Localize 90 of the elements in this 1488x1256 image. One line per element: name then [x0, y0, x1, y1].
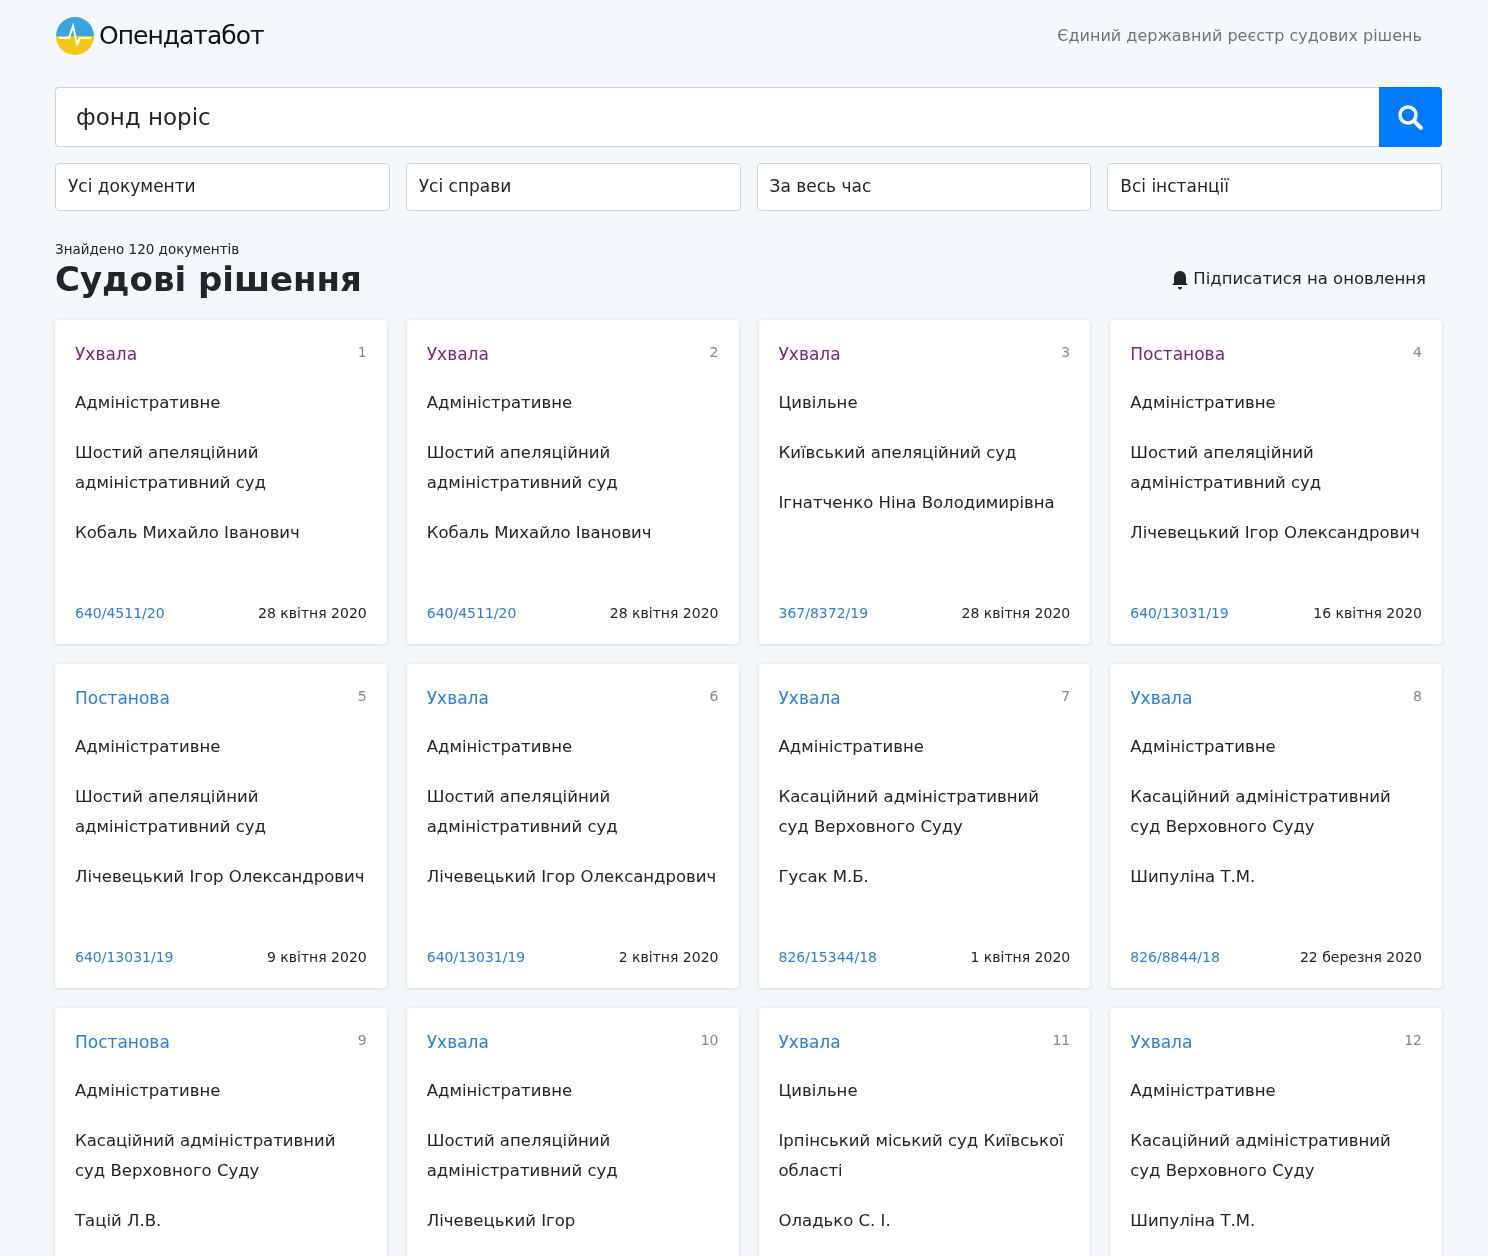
case-category: Адміністративне — [426, 1079, 574, 1102]
result-number: 9 — [357, 1031, 367, 1051]
result-number: 3 — [1061, 343, 1071, 363]
case-number-link[interactable]: 640/4511/20 — [426, 603, 517, 625]
case-category: Адміністративне — [75, 391, 222, 414]
judge-name: Ігнатченко Ніна Володимирівна — [778, 491, 1056, 514]
court-name: Шостий апеляційний адміністративний суд — [426, 1129, 619, 1182]
document-type-link[interactable]: Ухвала — [778, 342, 841, 368]
document-type-link[interactable]: Ухвала — [1130, 686, 1193, 712]
case-category: Цивільне — [778, 391, 859, 414]
court-name: Касаційний адміністративний суд Верховного Суду — [1130, 785, 1392, 838]
document-type-link[interactable]: Ухвала — [778, 1030, 841, 1056]
result-number: 1 — [357, 343, 367, 363]
judge-name: Гусак М.Б. — [778, 865, 870, 888]
court-name: Ірпінський міський суд Київської області — [778, 1129, 1065, 1182]
document-type-link[interactable]: Ухвала — [1130, 1030, 1193, 1056]
court-name: Шостий апеляційний адміністративний суд — [426, 441, 619, 494]
result-number: 12 — [1404, 1031, 1422, 1051]
filter-dropdown[interactable]: Усі документи — [55, 163, 390, 211]
case-category: Цивільне — [778, 1079, 859, 1102]
case-number-link[interactable]: 640/13031/19 — [426, 947, 526, 969]
result-number: 10 — [700, 1031, 719, 1051]
decision-date: 1 квітня 2020 — [970, 948, 1071, 968]
court-name: Касаційний адміністративний суд Верховного Суду — [75, 1129, 337, 1182]
decision-date: 16 квітня 2020 — [1313, 604, 1422, 624]
case-number-link[interactable]: 367/8372/19 — [778, 603, 869, 625]
search-button[interactable] — [1378, 87, 1442, 147]
judge-name: Лічевецький Ігор Олександрович — [75, 865, 366, 888]
tagline: Єдиний державний реєстр судових рішень — [1057, 25, 1422, 47]
case-category: Адміністративне — [1130, 735, 1277, 758]
judge-name: Лічевецький Ігор — [426, 1209, 577, 1232]
decision-date: 28 квітня 2020 — [609, 604, 719, 624]
case-category: Адміністративне — [75, 735, 222, 758]
results-count: Знайдено 120 документів — [55, 240, 241, 259]
document-type-link[interactable]: Ухвала — [75, 342, 138, 368]
case-category: Адміністративне — [1130, 1079, 1277, 1102]
case-category: Адміністративне — [778, 735, 925, 758]
judge-name: Кобаль Михайло Іванович — [75, 521, 301, 544]
judge-name: Тацій Л.В. — [75, 1209, 163, 1232]
case-category: Адміністративне — [426, 735, 574, 758]
court-name: Касаційний адміністративний суд Верховного Суду — [778, 785, 1040, 838]
result-number: 8 — [1413, 687, 1422, 707]
judge-name: Лічевецький Ігор Олександрович — [1130, 521, 1421, 544]
decision-date: 28 квітня 2020 — [258, 604, 367, 624]
case-number-link[interactable]: 826/15344/18 — [778, 947, 877, 969]
result-number: 6 — [709, 687, 719, 707]
decision-date: 28 квітня 2020 — [961, 604, 1071, 624]
logo-icon — [55, 16, 95, 56]
document-type-link[interactable]: Ухвала — [778, 686, 841, 712]
judge-name: Шипуліна Т.М. — [1130, 865, 1257, 888]
result-number: 2 — [709, 343, 719, 363]
court-name: Шостий апеляційний адміністративний суд — [75, 441, 267, 494]
search-icon — [1397, 104, 1424, 130]
case-number-link[interactable]: 640/13031/19 — [75, 947, 174, 969]
decision-date: 2 квітня 2020 — [618, 948, 719, 968]
document-type-link[interactable]: Ухвала — [426, 1030, 489, 1056]
logo[interactable]: Опендатабот — [55, 16, 264, 56]
court-name: Київський апеляційний суд — [778, 441, 1018, 464]
court-name: Шостий апеляційний адміністративний суд — [75, 785, 267, 838]
case-number-link[interactable]: 640/4511/20 — [75, 603, 165, 625]
court-name: Касаційний адміністративний суд Верховного Суду — [1130, 1129, 1392, 1182]
court-name: Шостий апеляційний адміністративний суд — [1130, 441, 1323, 494]
bell-icon — [1171, 269, 1190, 290]
case-number-link[interactable]: 826/8844/18 — [1130, 947, 1220, 969]
result-number: 7 — [1061, 687, 1071, 707]
document-type-link[interactable]: Ухвала — [426, 342, 489, 368]
document-type-link[interactable]: Постанова — [75, 1030, 170, 1056]
result-number: 11 — [1052, 1031, 1071, 1051]
case-category: Адміністративне — [75, 1079, 222, 1102]
case-number-link[interactable]: 640/13031/19 — [1130, 603, 1229, 625]
document-type-link[interactable]: Постанова — [75, 686, 170, 712]
document-type-link[interactable]: Постанова — [1130, 342, 1226, 368]
judge-name: Кобаль Михайло Іванович — [426, 521, 653, 544]
result-number: 4 — [1413, 343, 1422, 363]
court-name: Шостий апеляційний адміністративний суд — [426, 785, 619, 838]
case-category: Адміністративне — [1130, 391, 1277, 414]
filter-dropdown[interactable]: Всі інстанції — [1107, 163, 1442, 211]
subscribe-link[interactable]: Підписатися на оновлення — [1171, 267, 1426, 292]
decision-date: 9 квітня 2020 — [267, 948, 367, 968]
result-number: 5 — [357, 687, 367, 707]
filter-dropdown[interactable]: За весь час — [756, 163, 1092, 211]
judge-name: Оладько С. І. — [778, 1209, 892, 1232]
judge-name: Шипуліна Т.М. — [1130, 1209, 1257, 1232]
filter-dropdown[interactable]: Усі справи — [405, 163, 741, 211]
search-field[interactable]: фонд норіс — [55, 87, 1379, 147]
page-title: Судові рішення — [55, 259, 362, 301]
document-type-link[interactable]: Ухвала — [426, 686, 489, 712]
decision-date: 22 березня 2020 — [1299, 948, 1422, 968]
judge-name: Лічевецький Ігор Олександрович — [426, 865, 718, 888]
case-category: Адміністративне — [426, 391, 574, 414]
